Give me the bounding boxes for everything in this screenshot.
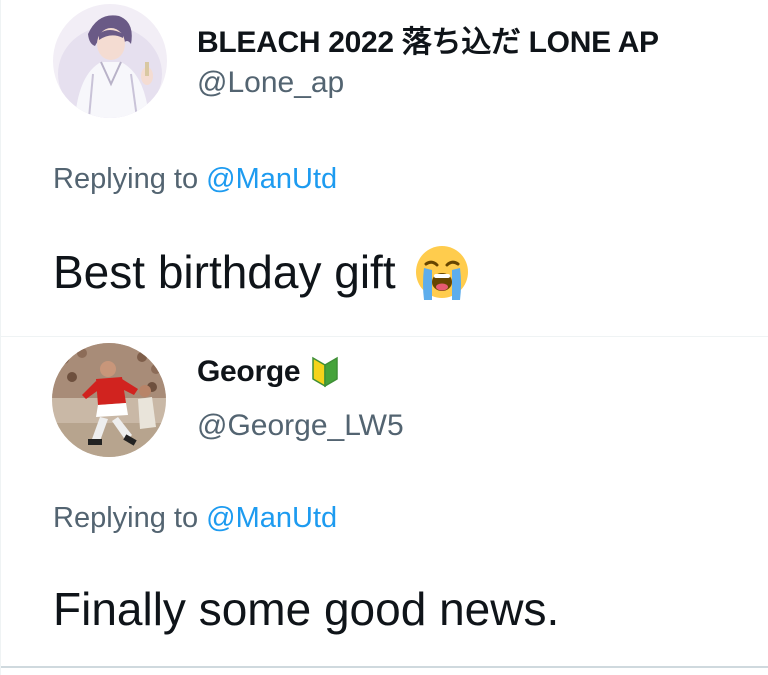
author-row: BLEACH 2022 落ち込だ LONE AP [197, 17, 659, 61]
avatar-football-player-image [52, 343, 166, 457]
display-name[interactable]: BLEACH 2022 落ち込だ LONE AP [197, 17, 659, 61]
tweet-body: Best birthday gift [53, 246, 396, 298]
reply-mention-link[interactable]: @ManUtd [206, 163, 337, 195]
avatar[interactable] [53, 4, 167, 118]
author-row: George [197, 355, 340, 389]
loudly-crying-face-icon [415, 246, 468, 300]
tweet-text: Finally some good news. [53, 582, 559, 636]
avatar-anime-character-image [53, 4, 167, 118]
avatar[interactable] [52, 343, 166, 457]
display-name[interactable]: George [197, 355, 301, 389]
reply-mention-link[interactable]: @ManUtd [206, 502, 337, 534]
tweet-text: Best birthday gift [53, 240, 474, 304]
beginner-badge-icon [312, 356, 338, 388]
replying-to-line: Replying to @ManUtd [53, 502, 337, 535]
tweet-body: Finally some good news. [53, 583, 560, 635]
divider [1, 666, 768, 668]
user-handle[interactable]: @Lone_ap [197, 66, 344, 100]
tweet-reply[interactable]: BLEACH 2022 落ち込だ LONE AP @Lone_ap Replyi… [1, 0, 768, 320]
user-handle[interactable]: @George_LW5 [197, 409, 404, 443]
replying-to-line: Replying to @ManUtd [53, 163, 337, 196]
replying-to-label: Replying to [53, 502, 199, 534]
reply-thread: BLEACH 2022 落ち込だ LONE AP @Lone_ap Replyi… [0, 0, 768, 675]
tweet-reply[interactable]: George @George_LW5 Replying to @ManUtd F… [1, 336, 768, 671]
replying-to-label: Replying to [53, 163, 199, 195]
